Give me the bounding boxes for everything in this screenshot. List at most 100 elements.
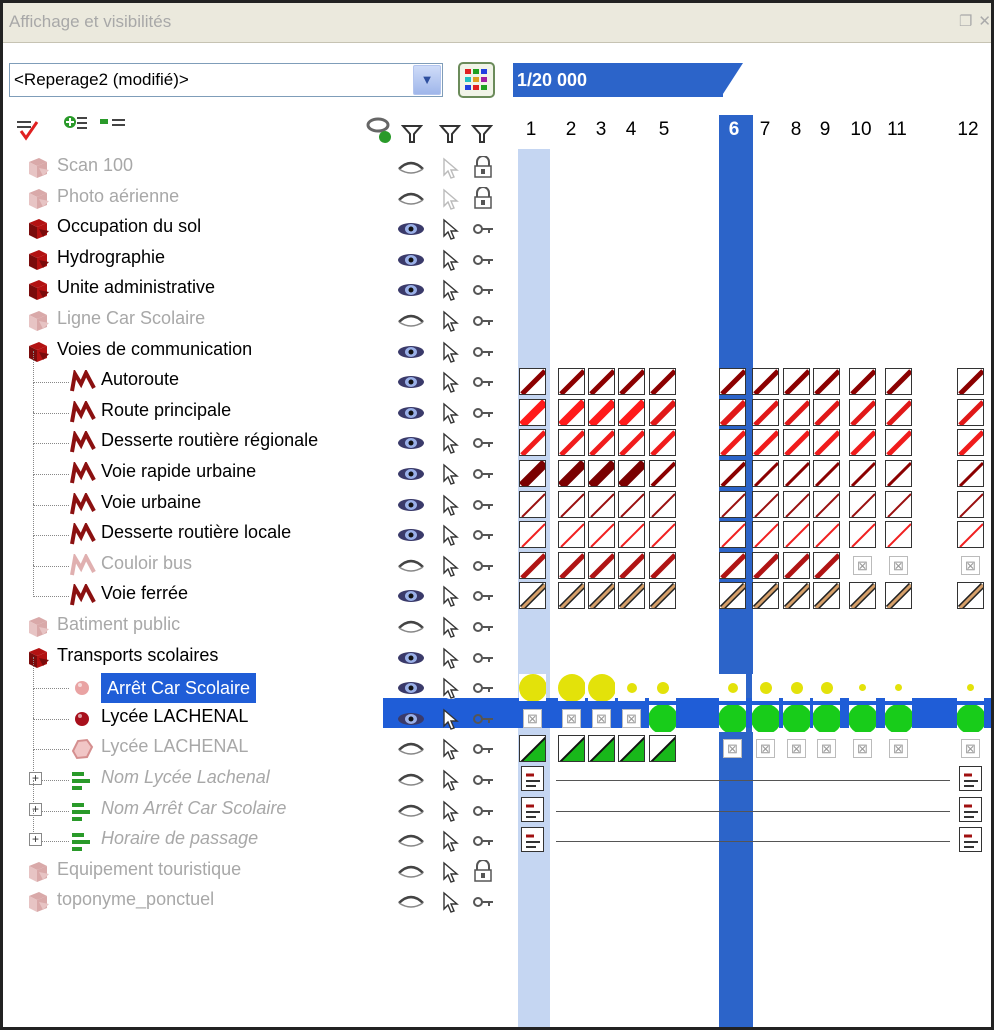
selectable-pointer-icon[interactable] — [441, 341, 461, 363]
scale-style-cell[interactable] — [957, 368, 984, 396]
key-icon[interactable] — [472, 523, 493, 545]
layer-name[interactable]: Nom Lycée Lachenal — [101, 767, 270, 788]
visibility-eye-icon[interactable] — [396, 279, 426, 299]
scale-column-5[interactable]: 5 — [651, 119, 677, 141]
visibility-eye-icon[interactable] — [396, 585, 426, 605]
scale-style-cell[interactable] — [813, 398, 840, 426]
scale-style-cell[interactable] — [649, 735, 676, 763]
scale-style-cell[interactable] — [849, 674, 876, 702]
layer-name[interactable]: Voies de communication — [57, 339, 252, 360]
scale-style-cell[interactable] — [885, 582, 912, 610]
layer-name[interactable]: Voie urbaine — [101, 492, 201, 513]
visibility-eye-icon[interactable] — [396, 708, 426, 728]
scale-style-cell[interactable] — [649, 704, 676, 732]
label-style-cell[interactable] — [521, 766, 544, 791]
scale-column-6[interactable]: 6 — [721, 119, 747, 141]
layer-row[interactable]: Desserte routière régionale — [3, 412, 991, 458]
selectable-pointer-icon[interactable] — [441, 157, 461, 179]
scale-style-cell[interactable] — [885, 429, 912, 457]
key-icon[interactable] — [472, 309, 493, 331]
visibility-eye-icon[interactable] — [396, 188, 426, 208]
scale-style-cell[interactable] — [519, 460, 546, 487]
scale-style-cell[interactable] — [558, 490, 585, 518]
layer-name[interactable]: Transports scolaires — [57, 645, 218, 666]
selectable-pointer-icon[interactable] — [441, 249, 461, 271]
scale-style-cell[interactable] — [519, 674, 546, 702]
scale-style-cell[interactable] — [885, 490, 912, 518]
scale-style-cell[interactable] — [849, 582, 876, 610]
layer-row[interactable]: Scan 100 — [3, 153, 991, 183]
layer-name[interactable]: Desserte routière régionale — [101, 430, 318, 451]
scale-style-cell[interactable] — [783, 521, 810, 549]
scale-style-cell[interactable] — [752, 429, 779, 457]
layer-name[interactable]: Couloir bus — [101, 553, 192, 574]
scale-style-cell[interactable] — [719, 429, 746, 457]
label-style-cell[interactable] — [959, 827, 982, 853]
layer-row[interactable]: Lycée LACHENAL — [3, 718, 991, 764]
layer-row[interactable]: Hydrographie — [3, 245, 991, 275]
selectable-pointer-icon[interactable] — [441, 524, 461, 547]
scale-style-cell[interactable] — [719, 521, 746, 549]
scale-style-cell[interactable] — [588, 521, 615, 549]
scale-style-cell[interactable] — [813, 582, 840, 610]
visibility-eye-icon[interactable] — [396, 157, 426, 177]
scale-style-cell[interactable] — [813, 704, 840, 732]
key-icon[interactable] — [472, 217, 493, 239]
key-icon[interactable] — [472, 799, 493, 821]
palette-button[interactable] — [458, 62, 495, 98]
scale-style-cell[interactable] — [752, 368, 779, 396]
layer-row[interactable]: Batiment public — [3, 612, 991, 642]
scale-style-cell[interactable] — [618, 674, 645, 702]
visibility-eye-icon[interactable] — [396, 647, 426, 667]
scale-style-cell[interactable] — [649, 429, 676, 457]
empty-style-cell[interactable]: ⊠ — [622, 708, 641, 728]
visibility-eye-icon[interactable] — [396, 555, 426, 575]
layer-row[interactable]: Ligne Car Scolaire — [3, 306, 991, 336]
scale-style-cell[interactable] — [588, 368, 615, 396]
scale-style-cell[interactable] — [719, 704, 746, 732]
layer-name[interactable]: Occupation du sol — [57, 216, 201, 237]
scale-style-cell[interactable] — [783, 429, 810, 457]
layer-row[interactable]: Transports scolaires — [3, 643, 991, 673]
collapse-layers-icon[interactable] — [99, 116, 127, 136]
lock-icon[interactable] — [472, 858, 492, 882]
scale-style-cell[interactable] — [618, 521, 645, 549]
layer-name[interactable]: Route principale — [101, 400, 231, 421]
visibility-eye-icon[interactable] — [396, 463, 426, 483]
scale-column-7[interactable]: 7 — [752, 119, 778, 141]
key-icon[interactable] — [472, 401, 493, 423]
scale-style-cell[interactable] — [558, 521, 585, 549]
selectable-pointer-icon[interactable] — [441, 708, 461, 730]
layer-row[interactable]: Route principale — [3, 381, 991, 428]
scale-style-cell[interactable] — [719, 398, 746, 426]
scale-style-cell[interactable] — [719, 674, 746, 702]
scale-style-cell[interactable] — [813, 551, 840, 579]
scale-style-cell[interactable] — [588, 429, 615, 457]
layer-name[interactable]: Arrêt Car Scolaire — [101, 673, 257, 704]
empty-style-cell[interactable]: ⊠ — [787, 739, 806, 759]
scale-style-cell[interactable] — [849, 490, 876, 518]
lock-icon[interactable] — [472, 155, 492, 178]
scale-style-cell[interactable] — [813, 368, 840, 396]
scale-style-cell[interactable] — [783, 704, 810, 732]
empty-style-cell[interactable]: ⊠ — [592, 708, 611, 728]
filter-icon[interactable] — [401, 123, 423, 145]
scale-style-cell[interactable] — [783, 551, 810, 579]
selectable-pointer-icon[interactable] — [441, 310, 461, 332]
selectable-pointer-icon[interactable] — [441, 769, 461, 791]
scale-style-cell[interactable] — [588, 398, 615, 426]
scale-style-cell[interactable] — [849, 460, 876, 487]
scale-style-cell[interactable] — [519, 735, 546, 763]
scale-style-cell[interactable] — [783, 674, 810, 702]
scale-style-cell[interactable] — [649, 521, 676, 549]
scale-style-cell[interactable] — [885, 460, 912, 487]
key-icon[interactable] — [472, 493, 493, 515]
scale-style-cell[interactable] — [849, 429, 876, 457]
scale-style-cell[interactable] — [618, 429, 645, 457]
scale-style-cell[interactable] — [649, 490, 676, 518]
scale-style-cell[interactable] — [618, 460, 645, 487]
layer-row[interactable]: Voie rapide urbaine — [3, 443, 991, 489]
scale-style-cell[interactable] — [957, 460, 984, 487]
key-icon[interactable] — [472, 707, 493, 729]
add-layer-icon[interactable] — [63, 113, 89, 137]
